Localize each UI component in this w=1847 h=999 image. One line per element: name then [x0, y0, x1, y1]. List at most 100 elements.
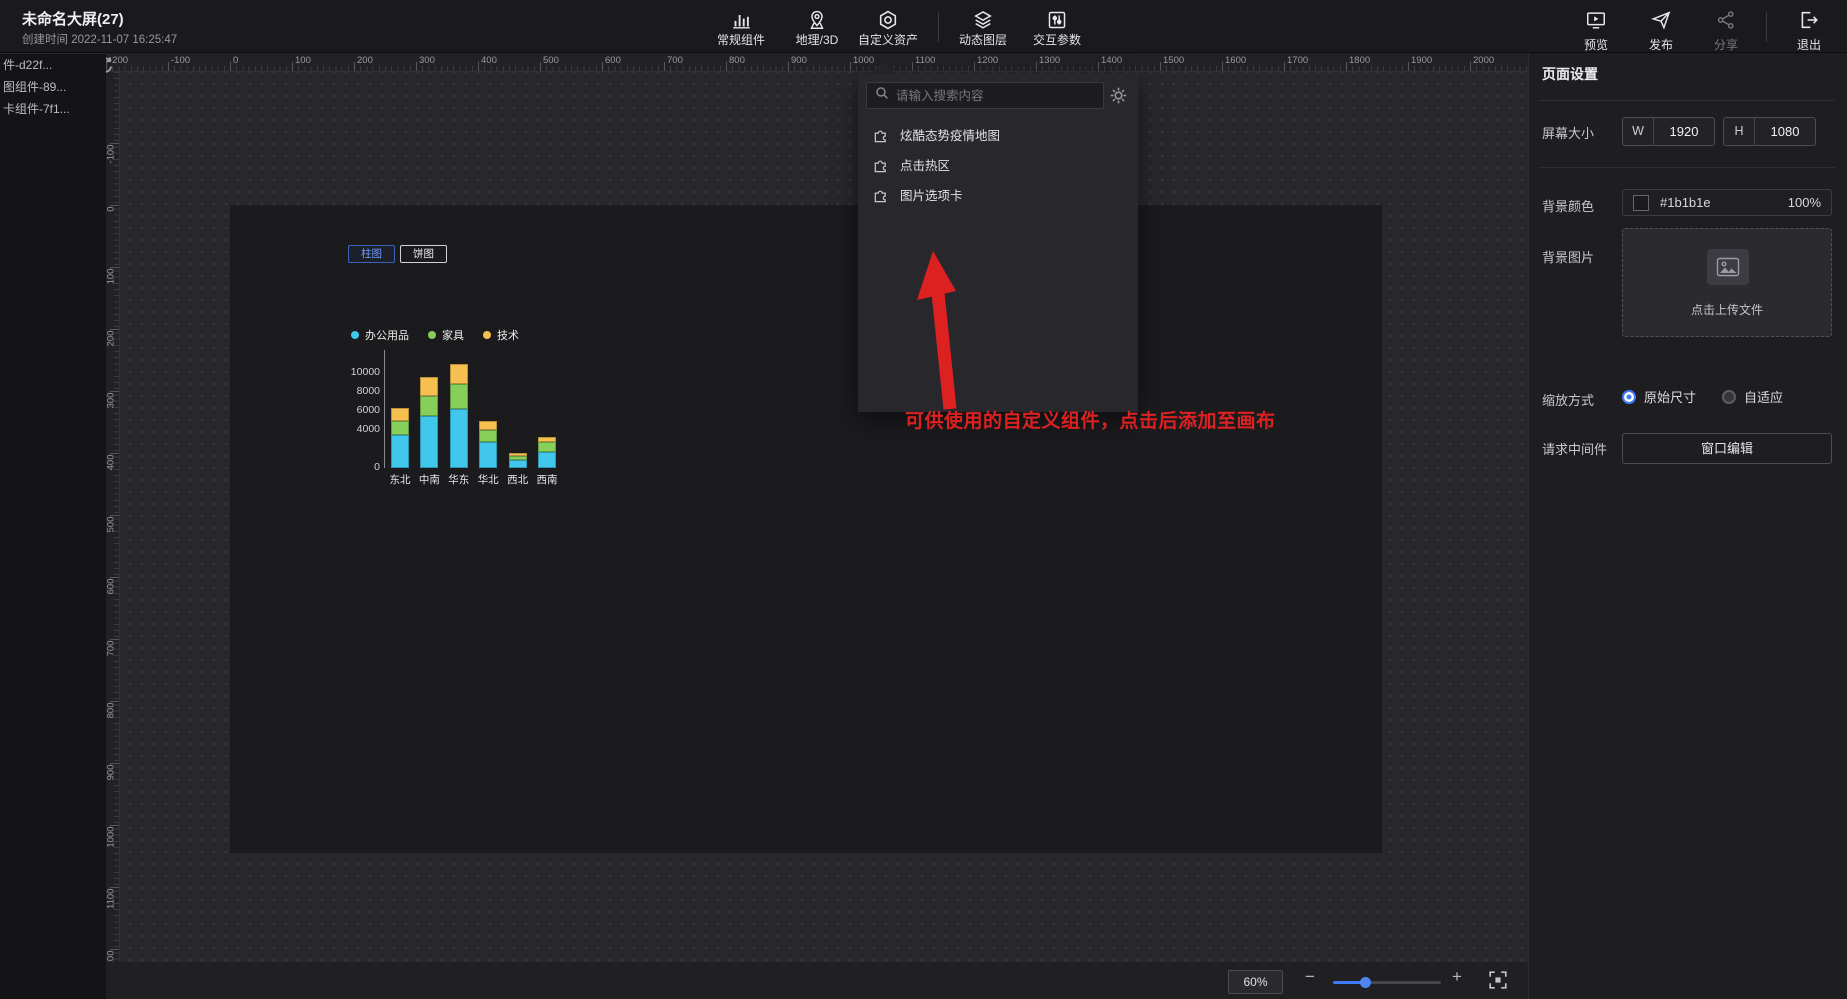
- puzzle-icon: [872, 156, 889, 173]
- legend-label: 家具: [442, 327, 464, 343]
- bar-segment[interactable]: [391, 408, 409, 420]
- gear-icon[interactable]: [1109, 86, 1128, 105]
- exit-button[interactable]: 退出: [1781, 6, 1837, 50]
- height-input-group[interactable]: H 1080: [1723, 117, 1816, 146]
- puzzle-icon: [872, 186, 889, 203]
- vertical-ruler: -100010020030040050060070080090010001100…: [106, 72, 120, 962]
- ruler-label: 600: [605, 55, 621, 66]
- app-root: 柱图 饼图 办公用品家具技术 100008000600040000 东北中南华东…: [0, 0, 1847, 999]
- zoom-slider-handle[interactable]: [1360, 977, 1371, 988]
- divider: [1539, 167, 1836, 168]
- bar-segment[interactable]: [538, 452, 556, 468]
- radio-auto-fit[interactable]: 自适应: [1722, 387, 1783, 406]
- bar-segment[interactable]: [479, 442, 497, 468]
- bar-segment[interactable]: [479, 430, 497, 442]
- width-input-group[interactable]: W 1920: [1622, 117, 1715, 146]
- ruler-tick: [478, 62, 479, 71]
- ruler-label: 0: [106, 207, 117, 243]
- zoom-level-select[interactable]: 60%: [1228, 970, 1283, 994]
- bg-color-picker[interactable]: #1b1b1e 100%: [1622, 189, 1832, 216]
- width-value-input[interactable]: 1920: [1654, 118, 1714, 145]
- height-value-input[interactable]: 1080: [1755, 118, 1815, 145]
- ruler-tick: [540, 62, 541, 71]
- ruler-tick: [1160, 62, 1161, 71]
- ruler-tick: [416, 62, 417, 71]
- ruler-tick: [602, 62, 603, 71]
- zoom-in-button[interactable]: +: [1452, 967, 1462, 987]
- ruler-tick: [974, 62, 975, 71]
- preview-button[interactable]: 预览: [1568, 6, 1624, 50]
- bar-segment[interactable]: [450, 384, 468, 409]
- asset-item[interactable]: 点击热区: [858, 151, 1138, 177]
- bar-segment[interactable]: [509, 456, 527, 461]
- asset-item[interactable]: 图片选项卡: [858, 181, 1138, 207]
- bar-segment[interactable]: [538, 437, 556, 443]
- tab-bar-chart[interactable]: 柱图: [348, 245, 395, 263]
- layers-icon: [972, 9, 994, 31]
- toolbar-item-interactive-params[interactable]: 交互参数: [1022, 6, 1092, 50]
- zoom-out-button[interactable]: −: [1305, 967, 1315, 987]
- bar-segment[interactable]: [509, 460, 527, 468]
- layer-item[interactable]: 卡组件-7f1...: [0, 98, 106, 120]
- bar-segment[interactable]: [450, 364, 468, 384]
- legend-item[interactable]: 技术: [483, 327, 519, 343]
- layer-item[interactable]: 图组件-89...: [0, 76, 106, 98]
- chart-widget[interactable]: 柱图 饼图 办公用品家具技术 100008000600040000 东北中南华东…: [325, 238, 575, 493]
- toolbar-item-geo-3d[interactable]: 地理/3D: [782, 6, 852, 50]
- publish-button[interactable]: 发布: [1633, 6, 1689, 50]
- ruler-label: 400: [106, 455, 117, 491]
- share-nodes-icon: [1715, 9, 1737, 36]
- toolbar-item-custom-assets[interactable]: 自定义资产: [853, 6, 923, 50]
- share-button[interactable]: 分享: [1698, 6, 1754, 50]
- ruler-label: 200: [357, 55, 373, 66]
- fit-to-screen-icon[interactable]: [1487, 969, 1509, 991]
- color-swatch[interactable]: [1633, 195, 1649, 211]
- ruler-tick: [788, 62, 789, 71]
- page-settings-panel: 页面设置 屏幕大小 W 1920 H 1080 背景颜色 #1b1b1e 100…: [1528, 53, 1847, 999]
- bar-segment[interactable]: [391, 435, 409, 468]
- zoom-slider[interactable]: [1333, 981, 1441, 984]
- annotation-arrow-icon: [898, 243, 968, 413]
- bar-segment[interactable]: [420, 377, 438, 396]
- ruler-tick: [1222, 62, 1223, 71]
- ruler-tick: [1284, 62, 1285, 71]
- ruler-label: 300: [419, 55, 435, 66]
- tab-pie-chart[interactable]: 饼图: [400, 245, 447, 263]
- ruler-label: 800: [729, 55, 745, 66]
- layer-item[interactable]: 件-d22f...: [0, 54, 106, 76]
- ruler-label: 200: [106, 331, 117, 367]
- ruler-label: -100: [171, 55, 190, 66]
- exit-icon: [1798, 9, 1820, 36]
- bar-segment[interactable]: [479, 421, 497, 431]
- y-axis-tick-label: 10000: [325, 366, 380, 379]
- legend-dot-icon: [428, 331, 436, 339]
- toolbar-item-dynamic-layers[interactable]: 动态图层: [948, 6, 1018, 50]
- bar-segment[interactable]: [509, 453, 527, 456]
- ruler-label: 1000: [853, 55, 874, 66]
- assets-panel-pointer: [872, 62, 894, 73]
- ruler-label: 1000: [106, 827, 117, 863]
- asset-item-label: 炫酷态势疫情地图: [900, 125, 1000, 144]
- screen-title: 未命名大屏(27): [22, 8, 124, 29]
- radio-original-size[interactable]: 原始尺寸: [1622, 387, 1696, 406]
- asset-search-input[interactable]: [896, 89, 1095, 103]
- chart-legend: 办公用品 家具 技术: [351, 327, 519, 343]
- asset-search-box[interactable]: [866, 82, 1104, 109]
- created-time: 创建时间 2022-11-07 16:25:47: [22, 31, 177, 47]
- ruler-tick: [850, 62, 851, 71]
- asset-item[interactable]: 炫酷态势疫情地图: [858, 121, 1138, 147]
- bg-image-upload-area[interactable]: 点击上传文件: [1622, 228, 1832, 337]
- bg-image-label: 背景图片: [1542, 247, 1594, 266]
- bar-segment[interactable]: [420, 416, 438, 468]
- legend-item[interactable]: 家具: [428, 327, 464, 343]
- ruler-label: 100: [295, 55, 311, 66]
- toolbar-item-regular-components[interactable]: 常规组件: [706, 6, 776, 50]
- bar-segment[interactable]: [538, 442, 556, 452]
- y-axis-tick-label: 6000: [325, 404, 380, 417]
- bar-segment[interactable]: [420, 396, 438, 416]
- bar-segment[interactable]: [450, 409, 468, 468]
- bar-segment[interactable]: [391, 421, 409, 435]
- window-edit-button[interactable]: 窗口编辑: [1622, 433, 1832, 464]
- ruler-tick: [168, 62, 169, 71]
- legend-item[interactable]: 办公用品: [351, 327, 409, 343]
